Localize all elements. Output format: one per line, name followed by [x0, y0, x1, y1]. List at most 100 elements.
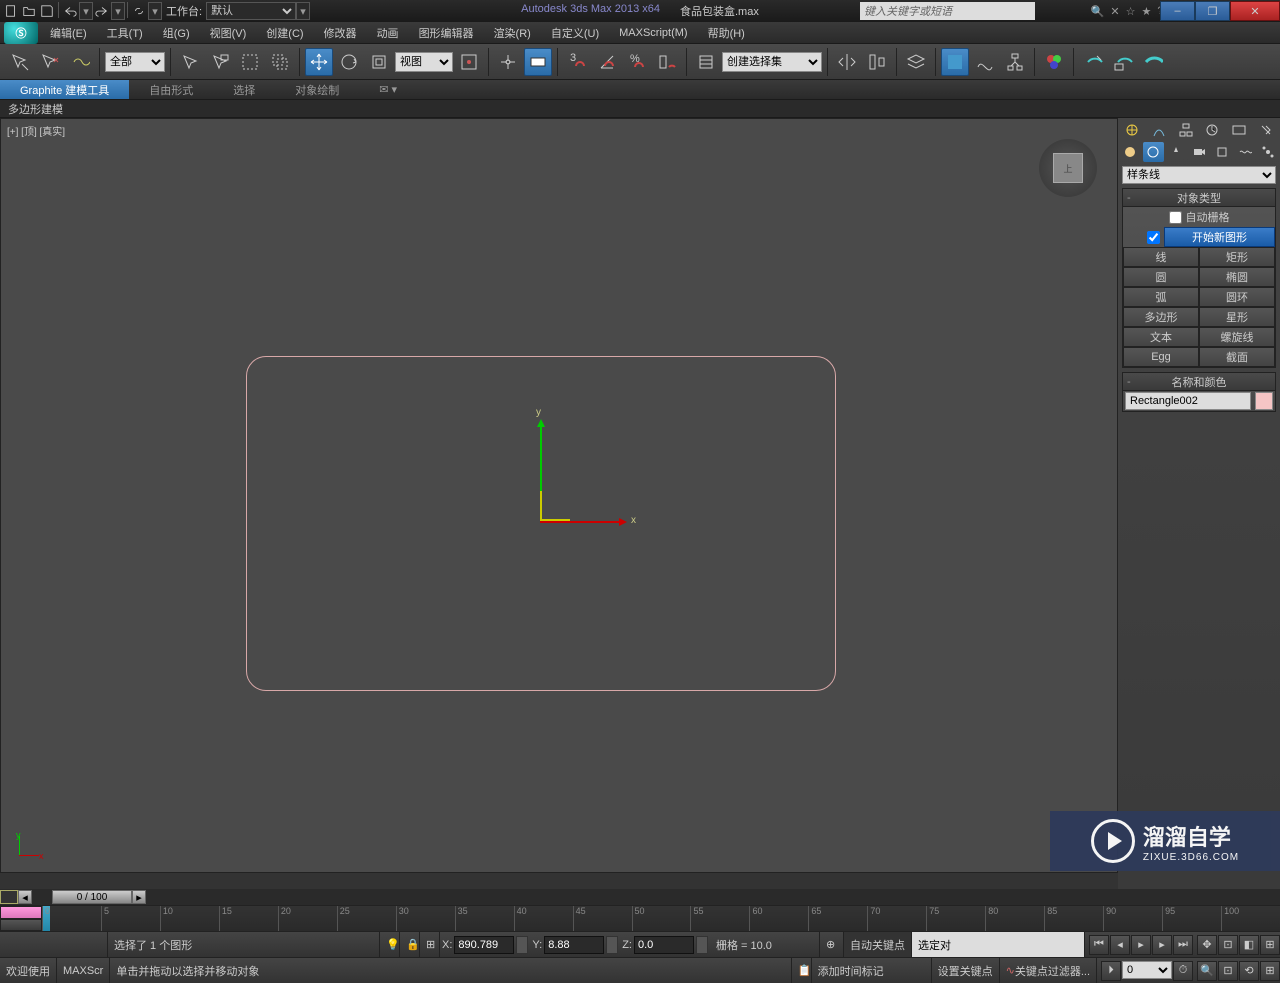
viewport-scrollbar-h[interactable]: [0, 873, 1118, 889]
subtab-cameras[interactable]: [1189, 142, 1210, 162]
render-setup-icon[interactable]: [1079, 48, 1107, 76]
coord-x-input[interactable]: 890.789: [454, 936, 514, 954]
link-dropdown[interactable]: ▾: [148, 2, 162, 20]
align-icon[interactable]: [863, 48, 891, 76]
subtab-systems[interactable]: [1257, 142, 1278, 162]
maximize-button[interactable]: ❐: [1195, 1, 1230, 21]
search-icon[interactable]: 🔍: [1091, 5, 1105, 18]
keyfilter-button[interactable]: ∿ 关键点过滤器...: [1000, 958, 1097, 983]
panel-tab-utilities[interactable]: [1253, 120, 1278, 140]
time-config-icon[interactable]: ⏱: [1173, 961, 1193, 981]
subtab-spacewarps[interactable]: [1234, 142, 1255, 162]
link-icon[interactable]: [130, 2, 148, 20]
time-slider-prev[interactable]: ◂: [18, 890, 32, 904]
shape-text[interactable]: 文本: [1123, 327, 1199, 347]
selection-lock-icon[interactable]: 🔒: [400, 932, 420, 957]
coord-z-input[interactable]: 0.0: [634, 936, 694, 954]
viewcube-face[interactable]: 上: [1053, 153, 1083, 183]
close-button[interactable]: ✕: [1230, 1, 1280, 21]
selected-keys[interactable]: 选定对: [912, 932, 1085, 957]
gizmo-x-axis[interactable]: [540, 521, 625, 523]
open-icon[interactable]: [20, 2, 38, 20]
goto-end-icon[interactable]: ⏭: [1173, 935, 1193, 955]
menu-group[interactable]: 组(G): [153, 25, 200, 41]
prev-frame-icon[interactable]: ◂: [1110, 935, 1130, 955]
frame-input[interactable]: 0: [1122, 961, 1172, 979]
panel-tab-modify[interactable]: [1147, 120, 1172, 140]
panel-tab-create[interactable]: [1120, 120, 1145, 140]
shape-section[interactable]: 截面: [1199, 347, 1275, 367]
startnew-button[interactable]: 开始新图形: [1164, 227, 1275, 247]
coord-x-spinner[interactable]: [516, 936, 528, 954]
search-input[interactable]: 键入关键字或短语: [860, 2, 1035, 20]
menu-views[interactable]: 视图(V): [200, 25, 257, 41]
time-slider[interactable]: 0 / 100: [52, 890, 132, 904]
select-by-name-icon[interactable]: [206, 48, 234, 76]
add-time-tag[interactable]: 添加时间标记: [812, 958, 932, 983]
viewport-zoom-region-icon[interactable]: ⊡: [1218, 961, 1238, 981]
setkey-button[interactable]: 设置关键点: [932, 958, 1000, 983]
shape-rectangle[interactable]: 矩形: [1199, 247, 1275, 267]
save-icon[interactable]: [38, 2, 56, 20]
track-filter-button[interactable]: [0, 919, 42, 932]
viewport[interactable]: [+] [顶] [真实] x y y x 上: [0, 118, 1118, 873]
shape-line[interactable]: 线: [1123, 247, 1199, 267]
snap-toggle-icon[interactable]: 3: [563, 48, 591, 76]
shape-arc[interactable]: 弧: [1123, 287, 1199, 307]
rectangular-region-icon[interactable]: [236, 48, 264, 76]
play-icon[interactable]: ▸: [1131, 935, 1151, 955]
rendered-frame-icon[interactable]: [1109, 48, 1137, 76]
goto-start-icon[interactable]: ⏮: [1089, 935, 1109, 955]
shape-category-select[interactable]: 样条线: [1122, 166, 1276, 184]
move-icon[interactable]: [305, 48, 333, 76]
subtab-shapes[interactable]: [1143, 142, 1164, 162]
viewport-label[interactable]: [+] [顶] [真实]: [7, 123, 65, 138]
coord-z-spinner[interactable]: [696, 936, 708, 954]
mirror-icon[interactable]: [833, 48, 861, 76]
bind-icon[interactable]: [66, 48, 94, 76]
window-crossing-icon[interactable]: [266, 48, 294, 76]
ribbon-tab-more[interactable]: ✉ ▾: [359, 80, 417, 99]
isolate-icon[interactable]: ⊞: [420, 932, 440, 957]
key-mode-icon[interactable]: ⏵: [1101, 961, 1121, 981]
track-ruler[interactable]: 0510152025303540455055606570758085909510…: [42, 906, 1280, 931]
menu-customize[interactable]: 自定义(U): [541, 25, 609, 41]
manipulate-icon[interactable]: [494, 48, 522, 76]
shape-ellipse[interactable]: 椭圆: [1199, 267, 1275, 287]
select-link-icon[interactable]: [6, 48, 34, 76]
subtab-lights[interactable]: [1166, 142, 1187, 162]
shape-ngon[interactable]: 多边形: [1123, 307, 1199, 327]
panel-tab-display[interactable]: [1227, 120, 1252, 140]
shape-donut[interactable]: 圆环: [1199, 287, 1275, 307]
subtab-helpers[interactable]: [1211, 142, 1232, 162]
pivot-icon[interactable]: [455, 48, 483, 76]
new-icon[interactable]: [2, 2, 20, 20]
minimize-button[interactable]: ‒: [1160, 1, 1195, 21]
angle-snap-icon[interactable]: [593, 48, 621, 76]
render-production-icon[interactable]: [1139, 48, 1167, 76]
rectangle-object[interactable]: [246, 356, 836, 691]
coord-y-spinner[interactable]: [606, 936, 618, 954]
ribbon-tab-selection[interactable]: 选择: [213, 80, 275, 99]
ribbon-tab-freeform[interactable]: 自由形式: [129, 80, 213, 99]
ribbon-tab-objectpaint[interactable]: 对象绘制: [275, 80, 359, 99]
viewport-zoom-extents-icon[interactable]: ⊡: [1218, 935, 1238, 955]
scale-icon[interactable]: [365, 48, 393, 76]
abs-transform-icon[interactable]: ⊕: [820, 932, 844, 957]
communication-icon[interactable]: ☆: [1126, 5, 1136, 18]
schematic-view-icon[interactable]: [1001, 48, 1029, 76]
viewport-pan-icon[interactable]: ✥: [1197, 935, 1217, 955]
startnew-checkbox[interactable]: [1147, 231, 1160, 244]
shape-star[interactable]: 星形: [1199, 307, 1275, 327]
percent-snap-icon[interactable]: %: [623, 48, 651, 76]
redo-icon[interactable]: [93, 2, 111, 20]
named-selection-select[interactable]: 创建选择集: [722, 52, 822, 72]
panel-tab-motion[interactable]: [1200, 120, 1225, 140]
menu-modifiers[interactable]: 修改器: [314, 25, 367, 41]
material-editor-icon[interactable]: [1040, 48, 1068, 76]
track-curve-button[interactable]: [0, 906, 42, 919]
shape-egg[interactable]: Egg: [1123, 347, 1199, 367]
select-object-icon[interactable]: [176, 48, 204, 76]
subtab-geometry[interactable]: [1120, 142, 1141, 162]
selection-filter[interactable]: 全部: [105, 52, 165, 72]
